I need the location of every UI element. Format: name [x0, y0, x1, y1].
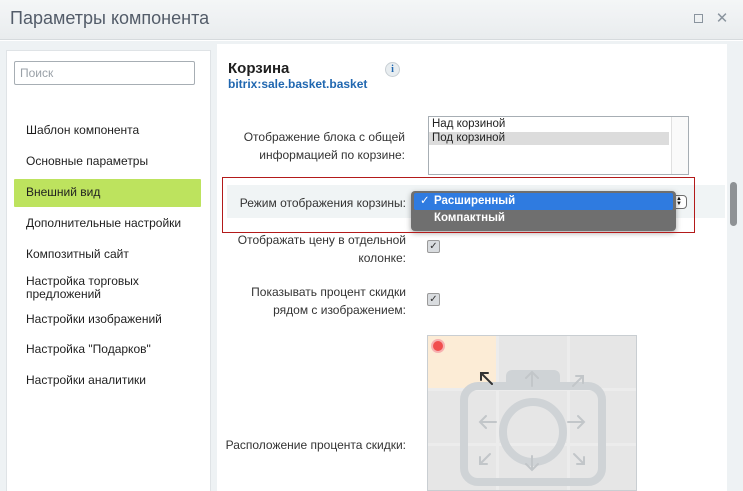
listbox-option[interactable]: Над корзиной	[429, 118, 669, 131]
sidebar-item-gifts[interactable]: Настройка "Подарков"	[14, 343, 201, 356]
panel-scrollbar-thumb[interactable]	[730, 182, 737, 226]
close-icon[interactable]: ✕	[714, 11, 730, 27]
component-title: Корзина	[228, 60, 290, 77]
camera-arrows-icon	[460, 370, 606, 486]
sidebar-item-offers[interactable]: Настройка торговых предложений	[14, 275, 164, 301]
summary-block-listbox[interactable]: Над корзиной Под корзиной	[428, 116, 689, 175]
price-column-label: Отображать цену в отдельной колонке:	[237, 233, 406, 265]
component-id: bitrix:sale.basket.basket	[228, 77, 368, 91]
summary-block-label: Отображение блока с общей информацией по…	[243, 130, 405, 162]
sidebar-item-basic[interactable]: Основные параметры	[14, 155, 201, 168]
sidebar-item-images[interactable]: Настройки изображений	[14, 313, 201, 326]
listbox-scrollbar[interactable]	[671, 117, 688, 174]
sidebar: Шаблон компонента Основные параметры Вне…	[6, 50, 211, 491]
discount-position-label: Расположение процента скидки:	[225, 438, 406, 452]
discount-near-image-label: Показывать процент скидки рядом с изобра…	[251, 285, 406, 317]
settings-panel: Корзина i bitrix:sale.basket.basket Отоб…	[217, 44, 727, 491]
sidebar-item-template[interactable]: Шаблон компонента	[14, 124, 201, 137]
window-titlebar: Параметры компонента ✕	[0, 0, 743, 40]
discount-near-image-checkbox[interactable]: ✓	[427, 293, 440, 306]
window-title: Параметры компонента	[10, 8, 210, 28]
sidebar-item-additional[interactable]: Дополнительные настройки	[14, 217, 201, 230]
sidebar-item-composite[interactable]: Композитный сайт	[14, 248, 201, 261]
sidebar-item-appearance[interactable]: Внешний вид	[14, 179, 201, 207]
discount-position-grid[interactable]	[427, 335, 637, 491]
price-column-checkbox[interactable]: ✓	[427, 240, 440, 253]
info-icon[interactable]: i	[385, 62, 400, 77]
search-input[interactable]	[14, 61, 195, 85]
maximize-icon[interactable]	[690, 11, 706, 27]
sidebar-item-analytics[interactable]: Настройки аналитики	[14, 374, 201, 387]
highlight-frame	[222, 177, 695, 233]
listbox-option-selected[interactable]: Под корзиной	[429, 132, 669, 145]
